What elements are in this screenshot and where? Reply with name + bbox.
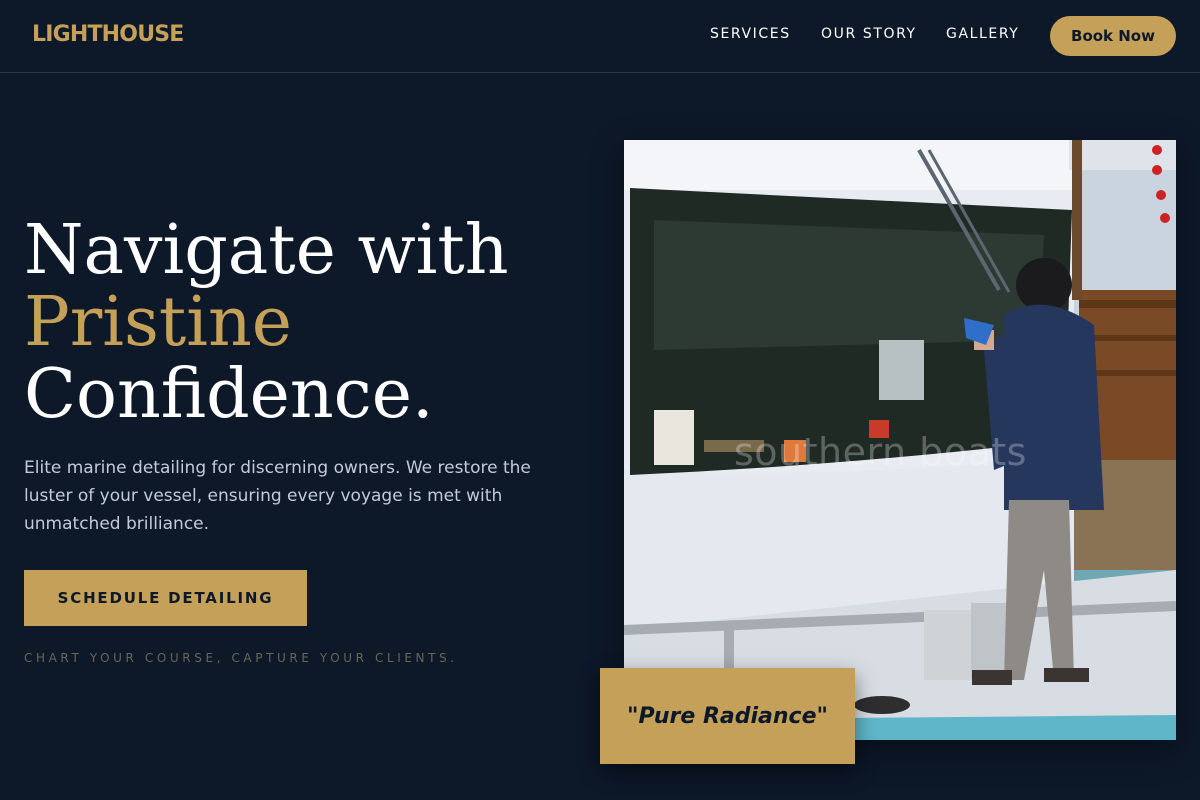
hero-title-accent: Pristine	[24, 283, 293, 362]
nav-link-our-story[interactable]: OUR STORY	[821, 26, 917, 42]
tagline: CHART YOUR COURSE, CAPTURE YOUR CLIENTS.	[24, 651, 458, 665]
photo-watermark: southern boats	[734, 430, 1027, 474]
site-header: LIGHTHOUSE SERVICES OUR STORY GALLERY Bo…	[0, 0, 1200, 73]
schedule-detailing-button[interactable]: SCHEDULE DETAILING	[24, 570, 307, 626]
hero-title-line-3: Confidence.	[24, 355, 434, 434]
nav-link-services[interactable]: SERVICES	[710, 26, 791, 42]
hero-description: Elite marine detailing for discerning ow…	[24, 458, 531, 534]
hero-title-line-1: Navigate with	[24, 211, 509, 290]
quote-card: "Pure Radiance"	[600, 668, 855, 764]
book-now-button[interactable]: Book Now	[1050, 16, 1176, 56]
quote-text: "Pure Radiance"	[627, 703, 828, 729]
hero-photo: southern boats	[624, 140, 1176, 740]
logo[interactable]: LIGHTHOUSE	[32, 22, 184, 47]
hero-title: Navigate with Pristine Confidence.	[24, 215, 584, 431]
nav-link-gallery[interactable]: GALLERY	[946, 26, 1019, 42]
